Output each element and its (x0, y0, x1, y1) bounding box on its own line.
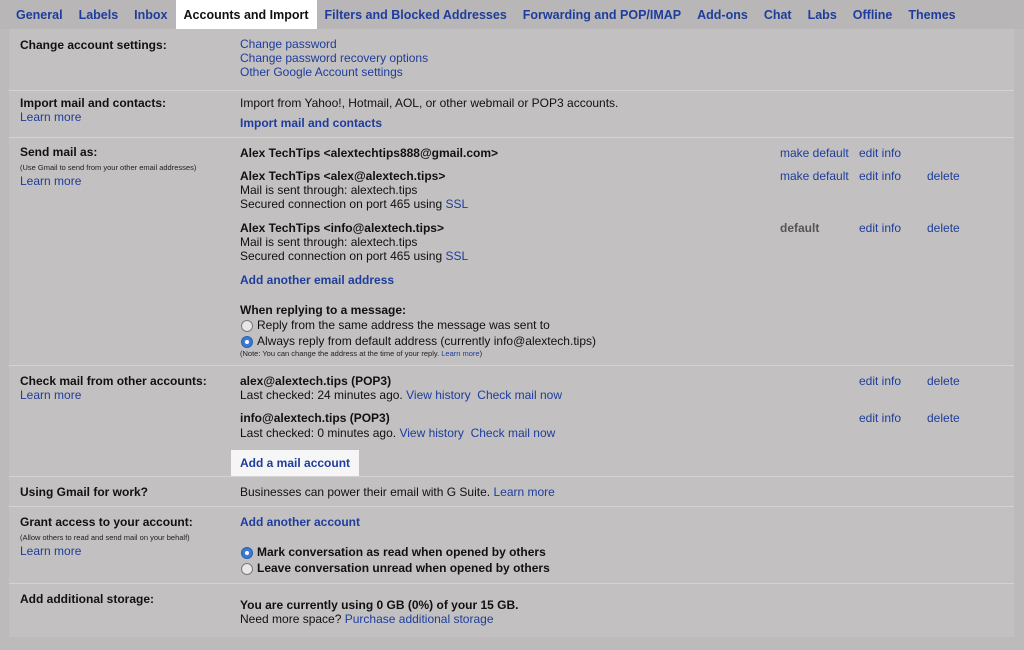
tab-themes[interactable]: Themes (900, 0, 963, 29)
tab-forwarding[interactable]: Forwarding and POP/IMAP (515, 0, 689, 29)
send-as-address: Alex TechTips <alex@alextech.tips> (240, 169, 446, 183)
tab-add-ons[interactable]: Add-ons (689, 0, 756, 29)
section-change-account: Change account settings: Change password… (9, 29, 1014, 91)
edit-info-link[interactable]: edit info (859, 169, 901, 183)
tab-chat[interactable]: Chat (756, 0, 800, 29)
send-mail-note: (Use Gmail to send from your other email… (20, 163, 197, 172)
ssl-link[interactable]: SSL (446, 197, 469, 211)
section-label: Add additional storage: (20, 592, 155, 606)
leave-unread-radio[interactable] (241, 563, 253, 575)
reply-note: (Note: You can change the address at the… (240, 349, 483, 358)
storage-usage: You are currently using 0 GB (0%) of you… (240, 598, 519, 612)
section-label: Using Gmail for work? (20, 485, 149, 499)
google-account-settings-link[interactable]: Other Google Account settings (240, 65, 403, 79)
gsuite-learn-more-link[interactable]: Learn more (493, 485, 554, 499)
check-mail-now-link[interactable]: Check mail now (477, 388, 562, 402)
delete-link[interactable]: delete (927, 221, 960, 235)
change-recovery-link[interactable]: Change password recovery options (240, 51, 428, 65)
section-send-mail-as: Send mail as: (Use Gmail to send from yo… (9, 138, 1014, 366)
view-history-link[interactable]: View history (399, 426, 463, 440)
tab-inbox[interactable]: Inbox (126, 0, 175, 29)
grant-option-label: Leave conversation unread when opened by… (257, 561, 550, 575)
import-description: Import from Yahoo!, Hotmail, AOL, or oth… (240, 96, 619, 110)
add-mail-account-button[interactable]: Add a mail account (231, 450, 360, 476)
view-history-link[interactable]: View history (406, 388, 470, 402)
edit-info-link[interactable]: edit info (859, 411, 901, 425)
reply-heading: When replying to a message: (240, 303, 407, 317)
make-default-link[interactable]: make default (780, 169, 849, 183)
last-checked-row: Last checked: 0 minutes ago. View histor… (240, 426, 556, 440)
send-as-address: Alex TechTips <info@alextech.tips> (240, 221, 444, 235)
secured-connection-text: Secured connection on port 465 using SSL (240, 249, 469, 263)
last-checked-row: Last checked: 24 minutes ago. View histo… (240, 388, 562, 402)
make-default-link[interactable]: make default (780, 146, 849, 160)
settings-panel: Change account settings: Change password… (9, 29, 1014, 637)
reply-option-label: Always reply from default address (curre… (257, 334, 596, 348)
import-learn-more-link[interactable]: Learn more (20, 110, 81, 124)
section-gmail-work: Using Gmail for work? Businesses can pow… (9, 477, 1014, 507)
storage-need-more: Need more space? Purchase additional sto… (240, 612, 494, 626)
section-grant-access: Grant access to your account: (Allow oth… (9, 507, 1014, 584)
section-label: Change account settings: (20, 38, 167, 52)
secured-connection-text: Secured connection on port 465 using SSL (240, 197, 469, 211)
edit-info-link[interactable]: edit info (859, 146, 901, 160)
check-mail-learn-more-link[interactable]: Learn more (20, 388, 81, 402)
tab-labs[interactable]: Labs (800, 0, 845, 29)
delete-link[interactable]: delete (927, 411, 960, 425)
tab-accounts-and-import[interactable]: Accounts and Import (175, 0, 317, 29)
import-mail-contacts-link[interactable]: Import mail and contacts (240, 116, 382, 130)
tab-labels[interactable]: Labels (71, 0, 127, 29)
tab-offline[interactable]: Offline (845, 0, 901, 29)
pop3-account-address: info@alextech.tips (POP3) (240, 411, 390, 425)
delete-link[interactable]: delete (927, 169, 960, 183)
delete-link[interactable]: delete (927, 374, 960, 388)
send-through-text: Mail is sent through: alextech.tips (240, 183, 418, 197)
grant-learn-more-link[interactable]: Learn more (20, 544, 81, 558)
ssl-link[interactable]: SSL (446, 249, 469, 263)
section-label: Check mail from other accounts: (20, 374, 207, 388)
tab-general[interactable]: General (8, 0, 71, 29)
section-import-mail: Import mail and contacts: Learn more Imp… (9, 91, 1014, 138)
default-status: default (780, 221, 820, 235)
edit-info-link[interactable]: edit info (859, 374, 901, 388)
purchase-storage-link[interactable]: Purchase additional storage (345, 612, 494, 626)
reply-option-label: Reply from the same address the message … (257, 318, 550, 332)
add-email-address-link[interactable]: Add another email address (240, 273, 394, 287)
gsuite-text: Businesses can power their email with G … (240, 485, 555, 499)
section-label: Send mail as: (20, 145, 98, 159)
pop3-account-address: alex@alextech.tips (POP3) (240, 374, 392, 388)
edit-info-link[interactable]: edit info (859, 221, 901, 235)
section-label: Grant access to your account: (20, 515, 193, 529)
section-label: Import mail and contacts: (20, 96, 167, 110)
settings-tabs: General Labels Inbox Accounts and Import… (0, 0, 1024, 29)
reply-same-radio[interactable] (241, 320, 253, 332)
reply-learn-more-link[interactable]: Learn more (441, 349, 479, 358)
check-mail-now-link[interactable]: Check mail now (471, 426, 556, 440)
tab-filters[interactable]: Filters and Blocked Addresses (317, 0, 515, 29)
grant-option-label: Mark conversation as read when opened by… (257, 545, 546, 559)
section-check-mail: Check mail from other accounts: Learn mo… (9, 366, 1014, 477)
section-storage: Add additional storage: You are currentl… (9, 584, 1014, 637)
send-as-address: Alex TechTips <alextechtips888@gmail.com… (240, 146, 499, 160)
reply-default-radio[interactable] (241, 336, 253, 348)
grant-note: (Allow others to read and send mail on y… (20, 533, 190, 542)
send-mail-learn-more-link[interactable]: Learn more (20, 174, 81, 188)
add-another-account-link[interactable]: Add another account (240, 515, 360, 529)
change-password-link[interactable]: Change password (240, 37, 337, 51)
mark-read-radio[interactable] (241, 547, 253, 559)
send-through-text: Mail is sent through: alextech.tips (240, 235, 418, 249)
